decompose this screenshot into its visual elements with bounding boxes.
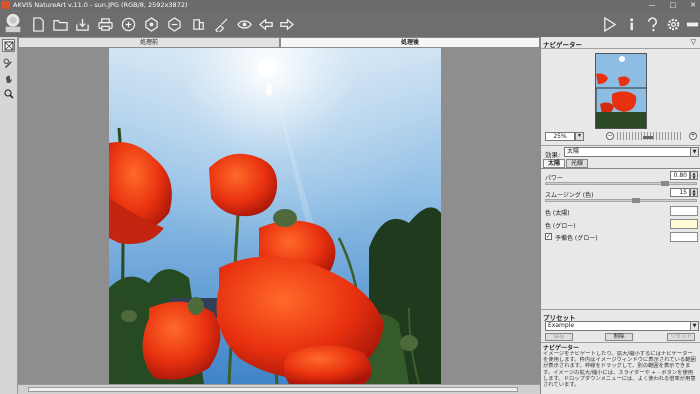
sun-params-panel: パワー 0.80 ▲ ▼ スムージング (色) 15 ▲ ▼ 色 (太陽) 色 (グ… xyxy=(541,168,700,308)
collapse-icon[interactable]: ▽ xyxy=(691,38,696,46)
zoom-field[interactable]: 25% xyxy=(545,132,575,141)
title-bar: AKVIS NatureArt v.11.0 - sun.JPG (RGB/8,… xyxy=(0,0,700,10)
tab-after[interactable]: 処理後 xyxy=(280,37,540,48)
tab-before[interactable]: 処理前 xyxy=(18,37,280,48)
help-icon[interactable] xyxy=(644,16,660,32)
glow-color-swatch[interactable] xyxy=(670,219,698,229)
maximize-button[interactable]: □ xyxy=(670,1,677,9)
spare-color-checkbox[interactable]: ✓ xyxy=(545,233,552,240)
smoothing-slider[interactable] xyxy=(545,198,697,203)
power-label: パワー xyxy=(545,175,564,182)
sun-color-label: 色 (太陽) xyxy=(545,210,570,217)
view-tabs: 処理前 処理後 xyxy=(18,37,540,48)
preset-select[interactable]: Example ▼ xyxy=(545,321,699,331)
glow-color-label: 色 (グロー) xyxy=(545,223,576,230)
zoom-out-button[interactable]: − xyxy=(606,132,614,140)
power-stepper[interactable]: ▲ ▼ xyxy=(690,171,698,180)
redo-icon[interactable] xyxy=(278,16,294,32)
batch-icon[interactable] xyxy=(143,16,159,32)
menu-icon[interactable] xyxy=(684,16,700,32)
plugin-icon[interactable] xyxy=(190,16,206,32)
poppy-sun-photo xyxy=(109,48,441,384)
settings-icon[interactable] xyxy=(665,16,681,32)
zoom-slider[interactable] xyxy=(617,132,683,140)
smoothing-field[interactable]: 15 xyxy=(670,188,690,197)
preset-delete-button[interactable]: 削除 xyxy=(605,333,633,341)
spare-color-label: 予備色 (グロー) xyxy=(555,235,598,242)
effect-value: 太陽 xyxy=(567,148,580,155)
zoom-tool-icon[interactable] xyxy=(2,87,15,100)
app-icon xyxy=(2,1,10,9)
scrollbar-thumb[interactable] xyxy=(28,387,518,392)
preset-reset-button[interactable]: リセット xyxy=(667,333,695,341)
preset-save-button[interactable]: 保存 xyxy=(545,333,573,341)
info-icon[interactable] xyxy=(623,16,639,32)
eye-icon[interactable] xyxy=(236,16,252,32)
close-button[interactable]: ✕ xyxy=(690,1,696,9)
navigator-thumbnail[interactable] xyxy=(595,53,647,129)
select-tool-icon[interactable] xyxy=(2,39,15,52)
run-icon[interactable] xyxy=(601,16,617,32)
power-field[interactable]: 0.80 xyxy=(670,171,690,180)
spare-color-swatch[interactable] xyxy=(670,232,698,242)
save-file-icon[interactable] xyxy=(74,16,90,32)
print-icon[interactable] xyxy=(97,16,113,32)
chevron-down-icon: ▼ xyxy=(690,322,698,330)
pencil-tool-icon[interactable] xyxy=(2,57,15,70)
zoom-dropdown[interactable]: ▾ xyxy=(575,132,584,141)
smoothing-stepper[interactable]: ▲ ▼ xyxy=(690,188,698,197)
tab-rays[interactable]: 光線 xyxy=(566,159,588,168)
smoothing-label: スムージング (色) xyxy=(545,192,594,199)
hand-tool-icon[interactable] xyxy=(2,72,15,85)
before-after-icon[interactable] xyxy=(166,16,182,32)
tab-sun[interactable]: 太陽 xyxy=(543,159,565,168)
help-text: イメージをナビゲートしたり、拡大/縮小するにはナビゲーターを使用します。枠内はイ… xyxy=(543,351,696,389)
new-file-icon[interactable] xyxy=(30,16,46,32)
window-title: AKVIS NatureArt v.11.0 - sun.JPG (RGB/8,… xyxy=(13,1,188,9)
chevron-down-icon: ▼ xyxy=(690,148,698,156)
left-toolbar xyxy=(0,37,18,394)
open-file-icon[interactable] xyxy=(52,16,68,32)
image-canvas[interactable] xyxy=(18,48,540,384)
zoom-in-button[interactable]: + xyxy=(689,132,697,140)
share-icon[interactable] xyxy=(120,16,136,32)
brush-icon[interactable] xyxy=(213,16,229,32)
undo-icon[interactable] xyxy=(258,16,274,32)
effect-label: 効果: xyxy=(545,151,561,159)
horizontal-scrollbar[interactable] xyxy=(18,384,540,394)
minimize-button[interactable]: — xyxy=(649,1,656,9)
settings-panel: ナビゲーター ▽ 25% ▾ − + 効果: 太陽 ▼ 太陽 光線 パワー 0.… xyxy=(540,37,700,394)
sun-color-swatch[interactable] xyxy=(670,206,698,216)
preset-value: Example xyxy=(548,322,575,329)
akvis-logo-icon xyxy=(5,13,21,33)
effect-select[interactable]: 太陽 ▼ xyxy=(564,147,699,157)
power-slider[interactable] xyxy=(545,181,697,186)
